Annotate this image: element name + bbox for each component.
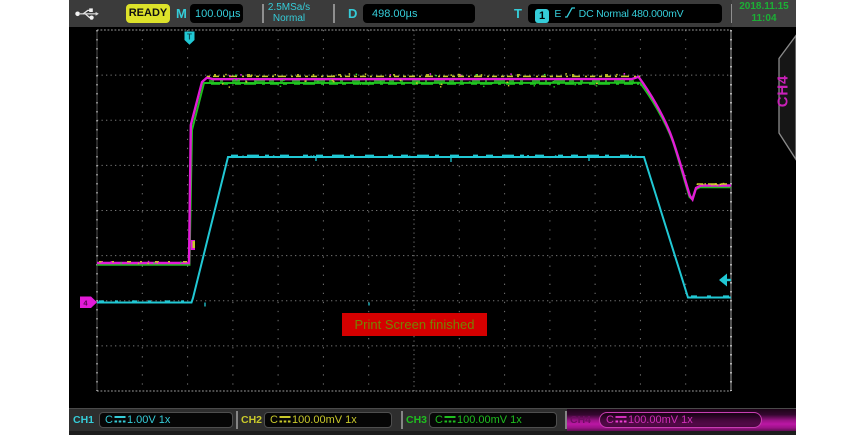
svg-text:T: T [187,33,192,42]
svg-text:CH4: CH4 [775,75,792,107]
